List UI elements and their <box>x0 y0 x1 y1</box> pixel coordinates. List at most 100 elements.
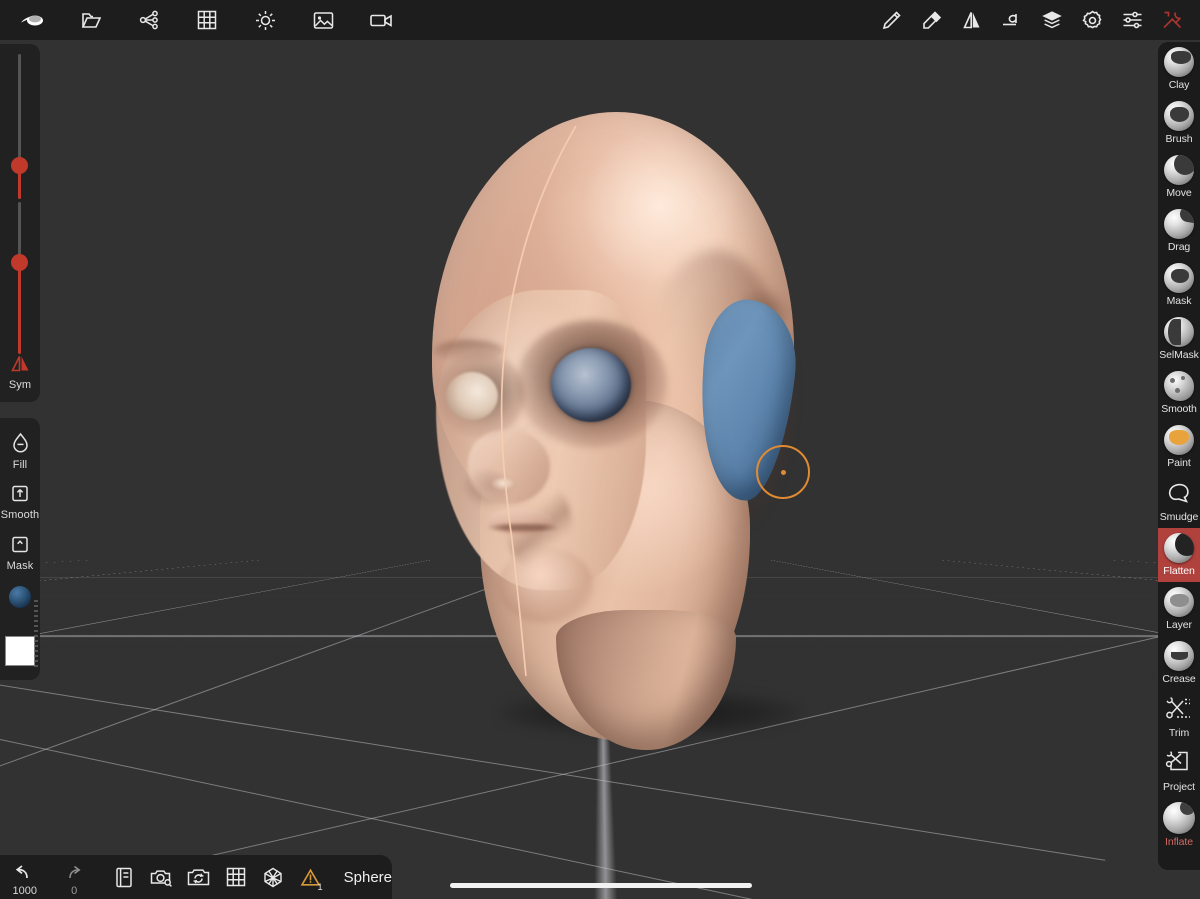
radius-slider-knob[interactable] <box>11 157 28 174</box>
3d-viewport[interactable] <box>0 0 1200 899</box>
camera-video-icon[interactable] <box>352 0 410 40</box>
object-name-label[interactable]: Sphere <box>344 869 392 886</box>
intensity-slider-track[interactable] <box>18 202 21 262</box>
fill-drop-icon <box>0 430 40 456</box>
brush-trim[interactable]: Trim <box>1158 690 1200 744</box>
color-swatch[interactable] <box>5 636 35 666</box>
image-icon[interactable] <box>294 0 352 40</box>
intensity-slider-fill <box>18 262 21 354</box>
brush-flatten[interactable]: Flatten <box>1158 528 1200 582</box>
nomad-sculpt-window: Sym Fill Smooth Mask Clay Brush Move Dra… <box>0 0 1200 899</box>
home-indicator <box>450 883 752 888</box>
stamp-icon[interactable] <box>912 0 952 40</box>
brush-smudge[interactable]: Smudge <box>1158 474 1200 528</box>
smooth-tool[interactable]: Smooth <box>0 480 40 521</box>
move-brush-icon <box>1164 155 1194 185</box>
brush-label: Project <box>1163 781 1195 793</box>
redo-button[interactable]: 0 <box>55 855 92 899</box>
crease-brush-icon <box>1164 641 1194 671</box>
settings-gear-icon[interactable] <box>1072 0 1112 40</box>
brush-paint[interactable]: Paint <box>1158 420 1200 474</box>
sym-label: Sym <box>8 379 32 391</box>
nostril <box>490 478 516 491</box>
project-brush-icon <box>1164 749 1194 779</box>
topology-icon[interactable] <box>120 0 178 40</box>
brush-move[interactable]: Move <box>1158 150 1200 204</box>
brush-label: Paint <box>1167 457 1191 469</box>
brush-label: SelMask <box>1159 349 1199 361</box>
layers-icon[interactable] <box>1032 0 1072 40</box>
nomad-logo-icon[interactable] <box>4 0 62 40</box>
flatten-brush-icon <box>1164 533 1194 563</box>
grid-icon[interactable] <box>178 0 236 40</box>
mirror-icon[interactable] <box>952 0 992 40</box>
grid-toggle-icon[interactable] <box>217 855 254 899</box>
smudge-brush-icon <box>1164 479 1194 509</box>
brush-project[interactable]: Project <box>1158 744 1200 798</box>
lighting-icon[interactable] <box>236 0 294 40</box>
sym-toggle[interactable]: Sym <box>0 350 40 391</box>
pen-icon[interactable] <box>872 0 912 40</box>
clay-brush-icon <box>1164 47 1194 77</box>
brush-label: Flatten <box>1163 565 1195 577</box>
eyeball-left <box>446 372 498 420</box>
intensity-slider-knob[interactable] <box>11 254 28 271</box>
warning-badge: 1 <box>317 882 323 893</box>
top-toolbar <box>0 0 1200 40</box>
trim-brush-icon <box>1164 695 1194 725</box>
fill-tool[interactable]: Fill <box>0 430 40 471</box>
drag-brush-icon <box>1164 209 1194 239</box>
brush-inflate[interactable]: Inflate <box>1158 798 1200 852</box>
fill-label: Fill <box>12 459 28 471</box>
mask-brush-icon <box>1164 263 1194 293</box>
mouth-line <box>486 524 560 531</box>
brush-layer[interactable]: Layer <box>1158 582 1200 636</box>
tools-icon[interactable] <box>1152 0 1192 40</box>
smooth-label: Smooth <box>0 509 40 521</box>
symmetry-triangle-icon <box>0 350 40 376</box>
brush-label: Trim <box>1168 727 1190 739</box>
wireframe-icon[interactable] <box>255 855 292 899</box>
brush-crease[interactable]: Crease <box>1158 636 1200 690</box>
brush-panel[interactable]: Clay Brush Move Drag Mask SelMask Smooth… <box>1158 42 1200 870</box>
brush-label: Smudge <box>1159 511 1199 523</box>
sliders-icon[interactable] <box>1112 0 1152 40</box>
scene-list-icon[interactable] <box>105 855 142 899</box>
eyeball-right <box>551 348 631 422</box>
files-icon[interactable] <box>62 0 120 40</box>
mask-label: Mask <box>6 560 34 572</box>
brush-label: Layer <box>1166 619 1192 631</box>
snapshot-icon[interactable] <box>142 855 179 899</box>
radius-slider-fill <box>18 172 21 199</box>
material-sphere-swatch[interactable] <box>9 586 31 608</box>
bottom-toolbar: 1000 0 1 Sphere <box>0 855 392 899</box>
brush-smooth[interactable]: Smooth <box>1158 366 1200 420</box>
layer-brush-icon <box>1164 587 1194 617</box>
left-panel-scroll-indicator[interactable] <box>34 600 38 670</box>
gesture-icon[interactable] <box>992 0 1032 40</box>
mask-caret-icon <box>0 531 40 557</box>
brush-label: Drag <box>1167 241 1191 253</box>
brush-label: Crease <box>1162 673 1196 685</box>
mask-tool[interactable]: Mask <box>0 531 40 572</box>
brush-mask[interactable]: Mask <box>1158 258 1200 312</box>
inflate-brush-icon <box>1163 802 1195 834</box>
brush-label: Brush <box>1165 133 1193 145</box>
brush-label: Smooth <box>1161 403 1197 415</box>
paint-brush-icon <box>1164 425 1194 455</box>
brush-label: Inflate <box>1165 836 1193 848</box>
brush-drag[interactable]: Drag <box>1158 204 1200 258</box>
brush-label: Mask <box>1166 295 1192 307</box>
brush-selmask[interactable]: SelMask <box>1158 312 1200 366</box>
smooth-brush-icon <box>1164 371 1194 401</box>
left-panel-sliders: Sym <box>0 44 40 402</box>
brush-label: Clay <box>1168 79 1190 91</box>
brush-clay[interactable]: Clay <box>1158 42 1200 96</box>
sculpted-head-model[interactable] <box>0 0 1200 899</box>
undo-button[interactable]: 1000 <box>6 855 43 899</box>
camera-switch-icon[interactable] <box>180 855 217 899</box>
selmask-brush-icon <box>1164 317 1194 347</box>
smooth-up-arrow-icon <box>0 480 40 506</box>
brush-brush[interactable]: Brush <box>1158 96 1200 150</box>
warning-triangle-icon[interactable]: 1 <box>292 855 329 899</box>
